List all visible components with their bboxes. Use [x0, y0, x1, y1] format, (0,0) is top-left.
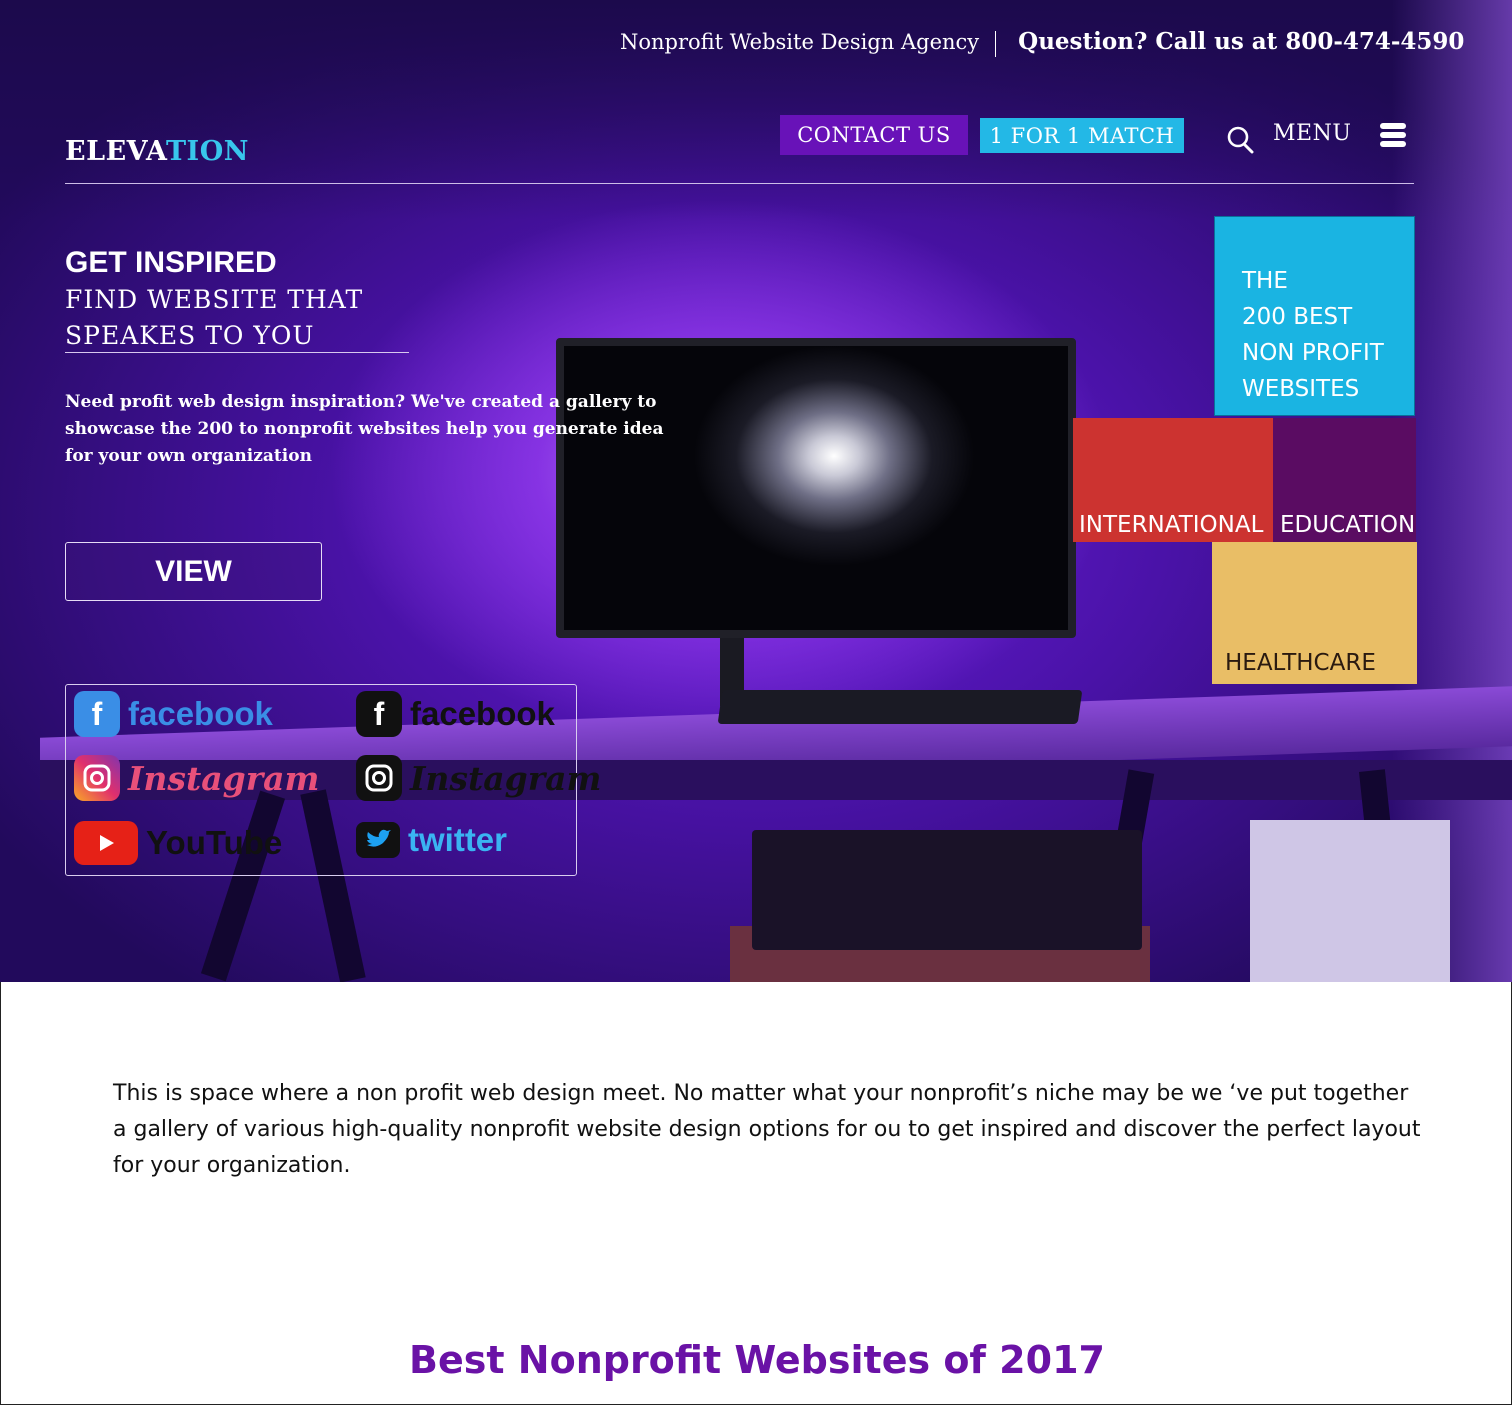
tile-line: THE	[1242, 268, 1288, 294]
content-section: This is space where a non profit web des…	[0, 982, 1512, 1405]
logo-part-1: ELEVA	[65, 136, 166, 167]
twitter-link[interactable]: twitter	[356, 821, 507, 859]
computer-case-image	[1250, 820, 1450, 982]
twitter-icon	[356, 822, 400, 858]
social-label: facebook	[128, 695, 273, 732]
instagram-link[interactable]: Instagram	[356, 755, 601, 801]
education-tile[interactable]: EDUCATION	[1273, 418, 1416, 542]
tile-label: HEALTHCARE	[1225, 650, 1376, 676]
best-200-tile[interactable]: THE 200 BEST NON PROFIT WEBSITES	[1214, 216, 1415, 416]
section-title: Best Nonprofit Websites of 2017	[409, 1338, 1105, 1382]
instagram-icon	[356, 755, 402, 801]
hamburger-icon[interactable]	[1380, 123, 1406, 147]
keyboard-image	[717, 690, 1083, 724]
match-button[interactable]: 1 FOR 1 MATCH	[980, 118, 1184, 153]
view-button[interactable]: VIEW	[65, 542, 322, 601]
youtube-link[interactable]: YouTube	[74, 821, 282, 865]
divider	[995, 30, 997, 57]
social-label: Instagram	[410, 758, 602, 798]
social-links: f facebook f facebook Instagram Instagra…	[65, 684, 601, 876]
contact-us-button[interactable]: CONTACT US	[780, 115, 968, 155]
tile-line: 200 BEST	[1242, 304, 1353, 330]
instagram-icon	[74, 755, 120, 801]
top-bar: Nonprofit Website Design Agency Question?…	[620, 28, 1464, 57]
hero-kicker: GET INSPIRED	[65, 246, 277, 279]
facebook-link[interactable]: f facebook	[74, 691, 273, 737]
menu-label[interactable]: MENU	[1273, 121, 1351, 146]
amplifier-image	[752, 830, 1142, 950]
social-label: twitter	[408, 821, 507, 858]
tile-label: EDUCATION	[1280, 512, 1416, 538]
hero-section: Nonprofit Website Design Agency Question?…	[0, 0, 1512, 982]
social-label: YouTube	[146, 824, 283, 861]
social-label: facebook	[410, 695, 555, 732]
logo-part-2: TION	[165, 136, 249, 167]
facebook-icon: f	[74, 691, 120, 737]
tile-line: NON PROFIT	[1242, 340, 1384, 366]
healthcare-tile[interactable]: HEALTHCARE	[1212, 542, 1417, 684]
hero-divider	[65, 352, 409, 353]
intro-paragraph: This is space where a non profit web des…	[113, 1081, 1421, 1178]
site-logo[interactable]: ELEVATION	[65, 136, 249, 167]
youtube-icon	[74, 821, 138, 865]
tile-label: INTERNATIONAL	[1079, 512, 1264, 538]
monitor-image	[556, 338, 1076, 638]
phone-link[interactable]: Question? Call us at 800-474-4590	[1018, 28, 1464, 55]
nav-divider	[65, 183, 1414, 184]
social-label: Instagram	[128, 758, 320, 798]
tile-line: WEBSITES	[1242, 376, 1360, 402]
facebook-link[interactable]: f facebook	[356, 691, 555, 737]
international-tile[interactable]: INTERNATIONAL	[1073, 418, 1273, 542]
instagram-link[interactable]: Instagram	[74, 755, 319, 801]
hero-title: FIND WEBSITE THAT SPEAKES TO YOU	[65, 282, 485, 354]
agency-tagline: Nonprofit Website Design Agency	[620, 30, 980, 54]
search-icon[interactable]	[1226, 124, 1254, 154]
hero-title-line: SPEAKES TO YOU	[65, 321, 315, 350]
hero-title-line: FIND WEBSITE THAT	[65, 285, 364, 314]
facebook-icon: f	[356, 691, 402, 737]
hero-description: Need profit web design inspiration? We'v…	[65, 392, 664, 466]
